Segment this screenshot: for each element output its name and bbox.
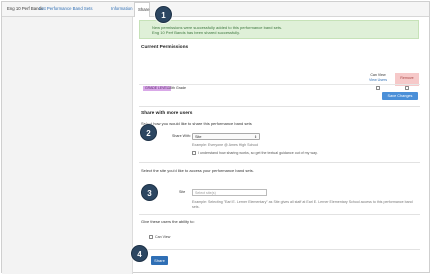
tab-list-performance-band-sets[interactable]: List Performance Band Sets	[36, 2, 96, 16]
grade-level-badge: GRADE LEVEL	[143, 86, 171, 91]
table-row: GRADE LEVEL 10th Grade	[139, 84, 420, 91]
share-panel: New permissions were successfully added …	[139, 20, 420, 274]
alert-line-2: Eng 10 Perf Bands has been shared succes…	[152, 30, 240, 35]
share-with-more-users-title: Share with more users	[141, 111, 193, 116]
divider	[139, 249, 420, 250]
select-site-prompt: Select the site you'd like to access you…	[141, 168, 254, 173]
can-view-share-checkbox[interactable]	[149, 235, 153, 239]
save-changes-button[interactable]: Save Changes	[382, 92, 418, 100]
understand-checkbox[interactable]	[192, 151, 196, 155]
step-marker-2: 2	[140, 124, 157, 141]
tab-bar: Eng 10 Perf Bands List Performance Band …	[2, 2, 429, 17]
col-header-can-view: Can View View Users	[368, 73, 388, 82]
view-users-link[interactable]: View Users	[368, 78, 388, 83]
divider	[139, 162, 420, 163]
divider	[139, 214, 420, 215]
site-input[interactable]: Select site(s)	[192, 189, 267, 196]
share-with-value: Site	[195, 135, 202, 139]
col-can-view-label: Can View	[370, 73, 386, 77]
site-example: Example: Selecting "Earl E. Lerner Eleme…	[192, 200, 413, 209]
group-name: 10th Grade	[168, 86, 186, 90]
divider	[139, 106, 420, 107]
step-marker-4: 4	[131, 245, 148, 262]
app-frame: Eng 10 Perf Bands List Performance Band …	[1, 1, 430, 274]
share-with-select[interactable]: Site ⇕	[192, 133, 260, 140]
step-marker-1: 1	[155, 6, 172, 23]
can-view-checkbox[interactable]	[376, 86, 380, 90]
share-example: Example: Everyone @ Ames High School	[192, 143, 259, 147]
current-permissions-title: Current Permissions	[141, 45, 189, 50]
site-label: Site	[179, 190, 186, 194]
remove-checkbox[interactable]	[405, 86, 409, 90]
step-marker-3: 3	[141, 184, 158, 201]
sidebar	[2, 17, 133, 274]
can-view-share-label: Can View	[155, 235, 171, 239]
share-subtitle: Select how you would like to share this …	[141, 121, 252, 126]
share-button[interactable]: Share	[151, 256, 168, 265]
success-alert: New permissions were successfully added …	[139, 20, 419, 39]
tab-information[interactable]: Information	[108, 2, 136, 16]
ability-prompt: Give these users the ability to:	[141, 219, 195, 224]
permissions-table: Can View View Users Remove GRADE LEVEL 1…	[139, 71, 420, 91]
chevron-updown-icon: ⇕	[254, 135, 257, 139]
tab-share[interactable]: Share	[134, 2, 150, 17]
share-with-label: Share With:	[172, 134, 191, 138]
understand-label: I understand how sharing works, so get t…	[198, 151, 318, 155]
